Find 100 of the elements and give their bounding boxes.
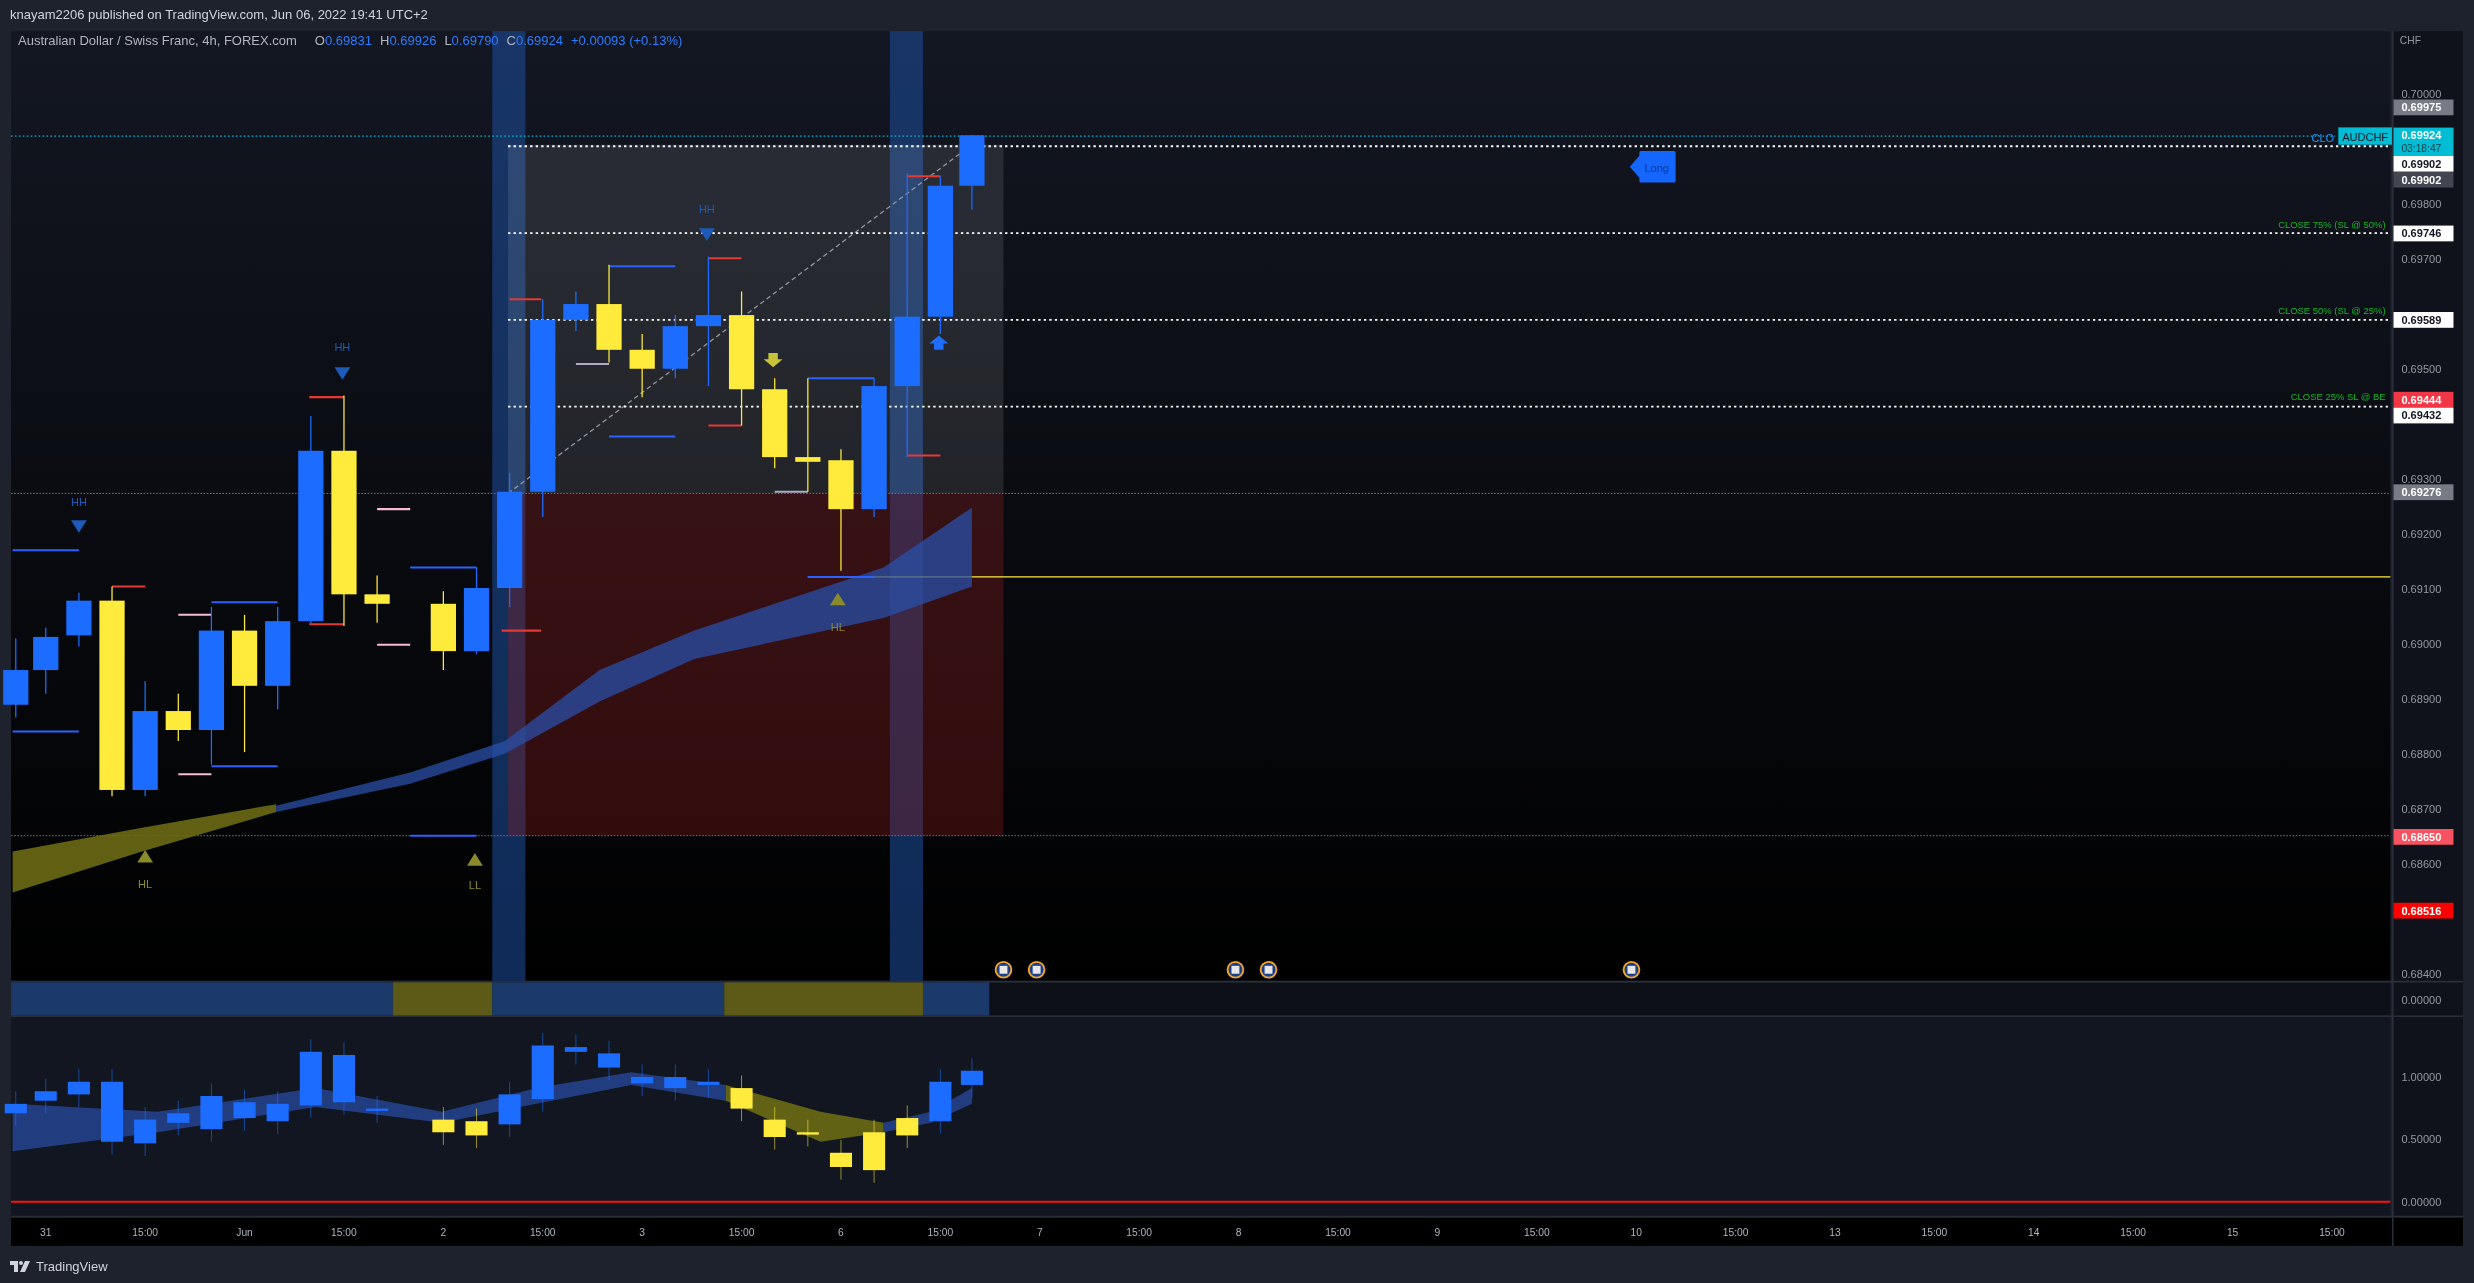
oscillator-candlestick [134,1106,157,1157]
oscillator-candlestick [697,1068,720,1099]
swing-level-line [211,601,278,604]
oscillator-candlestick [167,1100,190,1136]
time-axis-label: 13 [1829,1227,1841,1239]
time-axis-label: 7 [1036,1227,1043,1239]
swing-level-line [609,265,676,268]
ohlc-value: 0.69790 [451,33,499,48]
candlestick [33,626,59,695]
price-badge: 0.69589 [2393,312,2454,328]
swing-level-line [112,585,146,588]
swing-label: LL [468,879,482,892]
event-flag-icon[interactable] [1259,960,1278,979]
event-flag-icon[interactable] [1622,960,1641,979]
oscillator-tick-label: 0.50000 [2401,1133,2442,1146]
swing-level-line [774,490,808,493]
candlestick [662,314,688,379]
triangle-marker-icon [467,853,483,866]
swing-level-line [575,363,610,366]
triangle-marker-icon [698,228,715,241]
time-axis-label: 15:00 [529,1227,556,1239]
oscillator-candlestick [233,1089,256,1132]
oscillator-candlestick [763,1106,786,1151]
time-axis-label: 10 [1630,1227,1642,1239]
oscillator-candlestick [4,1090,27,1127]
swing-level-line [309,623,344,626]
swing-level-line [377,643,411,646]
event-flag-icon[interactable] [1027,960,1046,979]
price-tick-label: 0.68600 [2401,858,2442,871]
price-tick-label: 0.68900 [2401,693,2442,706]
oscillator-candlestick [598,1040,621,1081]
price-tick-label: 0.69100 [2401,583,2442,596]
candlestick [563,290,589,332]
swing-level-line [708,257,742,260]
candlestick [66,592,92,647]
oscillator-candlestick [863,1119,886,1184]
swing-level-line [12,549,79,552]
swing-level-line [907,454,941,457]
oscillator-candlestick [432,1106,455,1146]
swing-level-line [501,629,542,632]
swing-label: HL [138,877,153,890]
oscillator-candlestick [498,1081,521,1138]
candlestick [629,333,655,398]
swing-level-line [178,773,212,776]
time-axis-label: 15:00 [132,1227,158,1239]
oscillator-candlestick [896,1104,919,1149]
swing-label: HH [698,202,715,215]
position-tag[interactable]: Long [1629,151,1676,183]
candlestick [364,574,390,624]
chart-symbol-title: Australian Dollar / Swiss Franc, 4h, FOREX.com [18,33,297,48]
swing-level-line [907,175,941,178]
event-flag-icon[interactable] [1226,960,1245,979]
price-tick-label: 0.70000 [2401,87,2442,100]
oscillator-candlestick [465,1108,488,1149]
triangle-marker-icon [334,367,351,380]
price-tick-label: 0.68800 [2401,748,2442,761]
ohlc-key-label: L [444,33,452,48]
time-axis-label: 15:00 [1325,1227,1351,1239]
ohlc-key-label: H [380,33,390,48]
price-tick-label: 0.69800 [2401,197,2442,210]
logo-icon [10,1260,30,1272]
ohlc-value: 0.69924 [516,33,563,48]
time-axis-label: 15 [2226,1227,2239,1239]
currency-label: CHF [2399,34,2421,46]
swing-level-line [12,730,79,733]
time-axis-label: 15:00 [1126,1227,1152,1239]
event-flag-icon[interactable] [994,960,1013,979]
oscillator-candlestick [631,1063,654,1097]
swing-level-line [377,508,411,511]
oscillator-candlestick [929,1068,952,1135]
time-axis-label: 8 [1235,1227,1242,1239]
price-change: +0.00093 (+0.13%) [571,33,683,48]
ohlc-value: 0.69831 [325,33,372,48]
order-label: CLOSE 50% (SL @ 25%) [2278,304,2386,316]
arrow-down-icon [763,352,783,368]
time-axis-label: 2 [440,1227,447,1239]
oscillator-tick-label: 1.00000 [2401,1071,2442,1083]
oscillator-candlestick [67,1068,90,1108]
order-label: CLOSE 25% SL @ BE [2290,391,2386,403]
time-axis-label: Jun [236,1227,253,1239]
price-tick-label: 0.68700 [2401,803,2442,816]
oscillator-candlestick [564,1034,587,1065]
oscillator-candlestick [266,1090,289,1135]
time-axis-label: 15:00 [728,1227,755,1239]
publisher-caption: knayam2206 published on TradingView.com, Jun 06, 2022 19:41 UTC+2 [10,6,428,22]
strip-tick-label: 0.00000 [2401,993,2442,1006]
swing-label: HH [334,341,351,354]
swing-level-line [807,377,875,380]
ohlc-key-label: C [506,33,516,48]
price-tick-label: 0.68400 [2401,968,2442,981]
time-axis-label: 15:00 [2319,1227,2345,1239]
swing-level-line [410,834,477,837]
triangle-marker-icon [71,520,87,533]
candlestick [165,693,191,742]
close-order-label: CLO [2311,131,2335,144]
oscillator-tick-label: 0.00000 [2401,1195,2442,1208]
price-tick-label: 0.69700 [2401,252,2442,265]
time-axis-label: 15:00 [2120,1227,2146,1239]
triangle-marker-icon [829,592,846,606]
swing-label: HH [70,496,87,508]
